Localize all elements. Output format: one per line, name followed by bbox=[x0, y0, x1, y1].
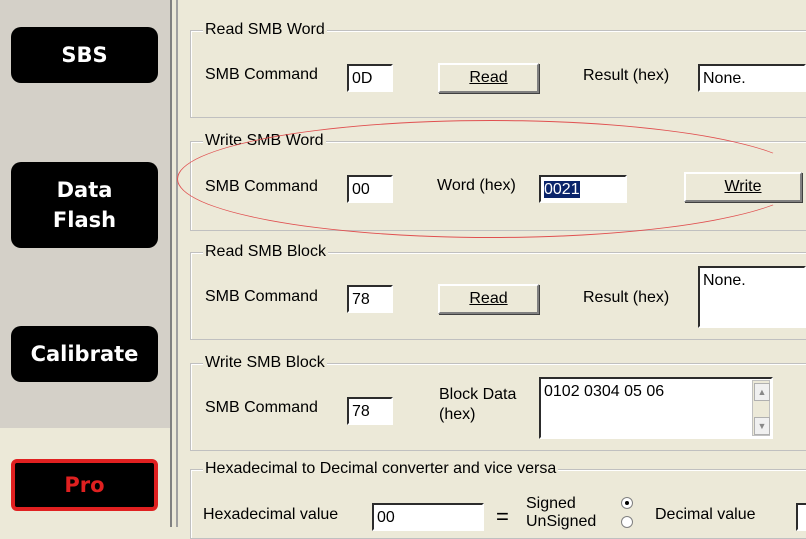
calibrate-button[interactable]: Calibrate bbox=[11, 326, 158, 382]
unsigned-label: UnSigned bbox=[526, 513, 597, 530]
read-block-result-field[interactable]: None. bbox=[698, 266, 806, 328]
data-flash-label-line1: Data bbox=[56, 178, 113, 202]
write-block-data-text: 0102 0304 05 06 bbox=[544, 383, 665, 400]
scroll-down-icon[interactable]: ▼ bbox=[754, 417, 770, 435]
write-block-cmd-label: SMB Command bbox=[205, 399, 318, 416]
annotation-ellipse bbox=[177, 120, 806, 238]
signed-label: Signed bbox=[526, 495, 576, 512]
calibrate-label: Calibrate bbox=[30, 342, 139, 366]
read-block-button-label: Read bbox=[469, 290, 508, 307]
sbs-button[interactable]: SBS bbox=[11, 27, 158, 83]
data-flash-button[interactable]: Data Flash bbox=[11, 162, 158, 248]
read-block-cmd-input[interactable]: 78 bbox=[347, 285, 393, 313]
read-word-button[interactable]: Read bbox=[438, 63, 539, 93]
read-word-button-label: Read bbox=[469, 69, 508, 86]
sbs-label: SBS bbox=[61, 43, 108, 67]
write-block-data-label-line2: (hex) bbox=[439, 406, 476, 423]
data-flash-label-line2: Flash bbox=[52, 208, 117, 232]
panel-divider bbox=[176, 0, 178, 527]
signed-radio[interactable] bbox=[621, 497, 633, 509]
write-block-cmd-input[interactable]: 78 bbox=[347, 397, 393, 425]
converter-legend: Hexadecimal to Decimal converter and vic… bbox=[203, 459, 559, 479]
pro-button[interactable]: Pro bbox=[11, 459, 158, 511]
sidebar: SBS Data Flash Calibrate Pro bbox=[0, 0, 172, 527]
write-block-scrollbar[interactable]: ▲ ▼ bbox=[752, 380, 770, 436]
write-block-data-label-line1: Block Data bbox=[439, 386, 517, 403]
read-word-cmd-label: SMB Command bbox=[205, 66, 318, 83]
read-word-result-label: Result (hex) bbox=[583, 67, 670, 84]
unsigned-radio[interactable] bbox=[621, 516, 633, 528]
read-block-result-label: Result (hex) bbox=[583, 289, 670, 306]
write-block-data-textarea[interactable]: 0102 0304 05 06 bbox=[539, 377, 773, 439]
hex-value-label: Hexadecimal value bbox=[203, 506, 339, 523]
read-word-result-field[interactable]: None. bbox=[698, 64, 806, 92]
scroll-up-icon[interactable]: ▲ bbox=[754, 383, 770, 401]
decimal-value-label: Decimal value bbox=[655, 506, 756, 523]
read-block-button[interactable]: Read bbox=[438, 284, 539, 314]
read-block-cmd-label: SMB Command bbox=[205, 288, 318, 305]
read-smb-block-legend: Read SMB Block bbox=[203, 242, 328, 262]
write-smb-block-legend: Write SMB Block bbox=[203, 353, 327, 373]
read-smb-word-legend: Read SMB Word bbox=[203, 20, 327, 40]
pro-label: Pro bbox=[64, 473, 105, 497]
equals-sign: = bbox=[496, 504, 509, 529]
read-word-cmd-input[interactable]: 0D bbox=[347, 64, 393, 92]
